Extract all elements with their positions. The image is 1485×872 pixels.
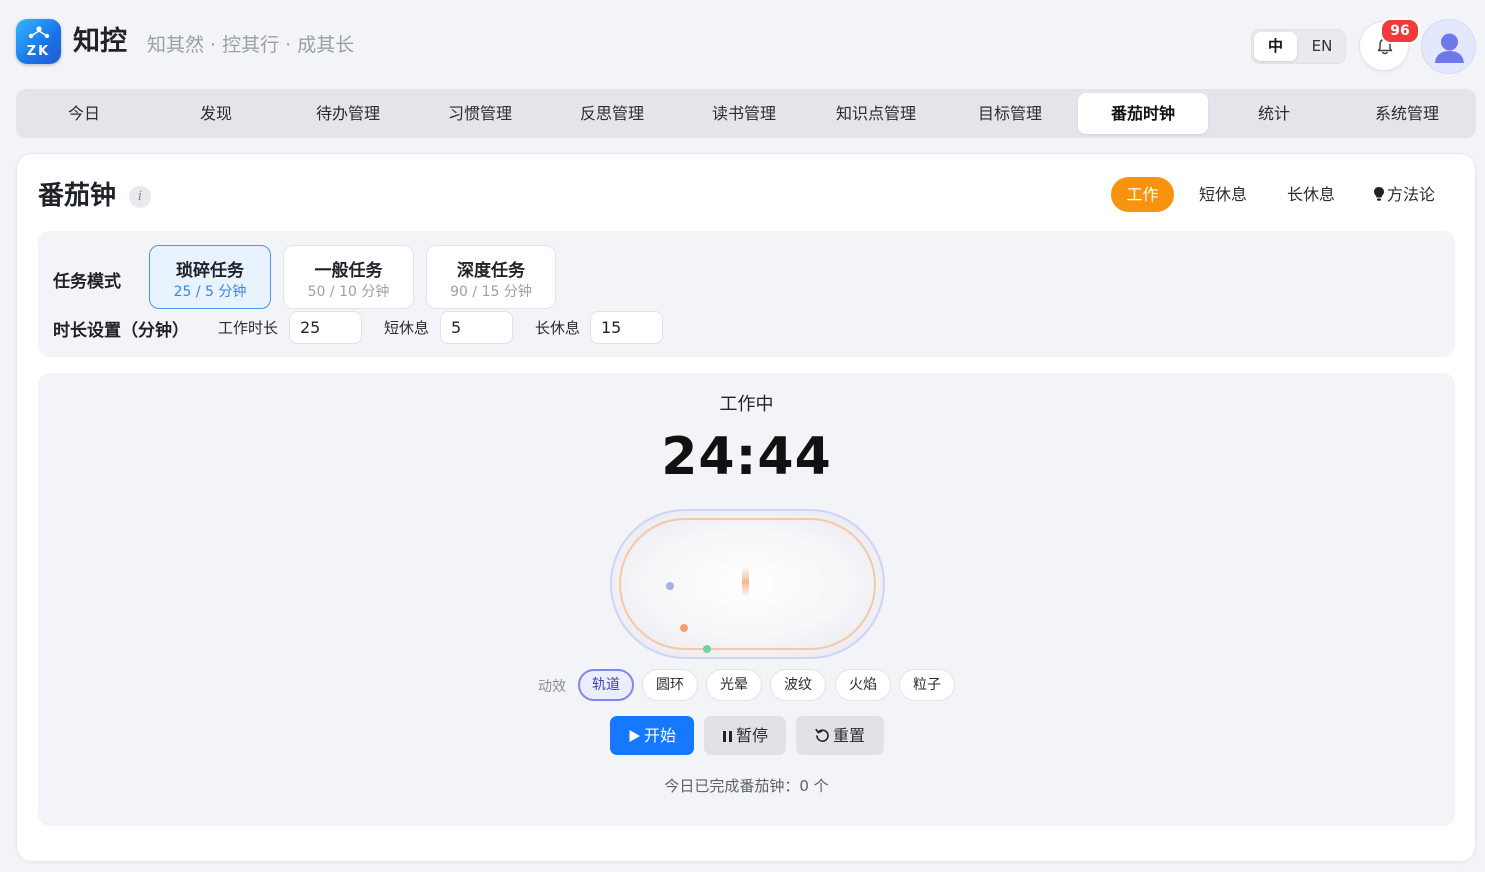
- lightbulb-icon: [1374, 187, 1384, 201]
- reset-icon: [815, 728, 829, 742]
- nav-reading[interactable]: 读书管理: [678, 93, 810, 134]
- tab-long-break[interactable]: 长休息: [1275, 177, 1347, 212]
- nav-goals[interactable]: 目标管理: [942, 93, 1078, 134]
- task-mode-label: 任务模式: [53, 272, 121, 292]
- orbit-dot-purple: [666, 582, 674, 590]
- task-card-deep[interactable]: 深度任务 90 / 15 分钟: [426, 245, 556, 309]
- tab-short-break[interactable]: 短休息: [1187, 177, 1259, 212]
- effects-label: 动效: [538, 679, 566, 695]
- notification-badge: 96: [1380, 18, 1420, 44]
- fx-orbit-chip[interactable]: 轨道: [578, 669, 634, 701]
- duration-settings-label: 时长设置（分钟）: [53, 321, 189, 341]
- app-title: 知控: [73, 26, 127, 57]
- start-button[interactable]: 开始: [610, 716, 694, 755]
- nav-habits[interactable]: 习惯管理: [414, 93, 546, 134]
- timer-display: 24:44: [661, 427, 832, 487]
- nav-knowledge[interactable]: 知识点管理: [810, 93, 942, 134]
- today-completed-count: 今日已完成番茄钟：0 个: [664, 777, 829, 795]
- task-duration: 50 / 10 分钟: [307, 284, 390, 300]
- page-title: 番茄钟: [38, 181, 117, 211]
- orbit-dot-green: [703, 645, 711, 653]
- task-duration: 25 / 5 分钟: [173, 284, 247, 300]
- nav-stats[interactable]: 统计: [1208, 93, 1340, 134]
- timer-status: 工作中: [719, 394, 774, 415]
- pause-icon: [722, 731, 732, 742]
- task-name: 深度任务: [457, 261, 525, 281]
- task-duration: 90 / 15 分钟: [450, 284, 532, 300]
- lang-zh-button[interactable]: 中: [1254, 32, 1297, 61]
- task-name: 一般任务: [314, 261, 383, 281]
- fx-particles-chip[interactable]: 粒子: [899, 669, 955, 701]
- main-nav: 今日 发现 待办管理 习惯管理 反思管理 读书管理 知识点管理 目标管理 番茄时…: [16, 89, 1476, 138]
- avatar[interactable]: [1421, 19, 1476, 74]
- start-label: 开始: [643, 726, 676, 745]
- methodology-button[interactable]: 方法论: [1373, 177, 1435, 212]
- tab-work[interactable]: 工作: [1111, 177, 1174, 212]
- timer-panel: 工作中 24:44 动效 轨道 圆环 光晕 波纹 火焰 粒子 开始 暂停 重置 …: [38, 373, 1455, 826]
- flame-mark: [742, 568, 749, 596]
- info-icon[interactable]: i: [129, 186, 151, 208]
- fx-flame-chip[interactable]: 火焰: [835, 669, 891, 701]
- language-toggle: 中 EN: [1251, 29, 1346, 64]
- fx-ripple-chip[interactable]: 波纹: [770, 669, 826, 701]
- lang-en-button[interactable]: EN: [1300, 32, 1344, 61]
- app-logo[interactable]: ZK: [16, 19, 61, 64]
- work-duration-label: 工作时长: [218, 319, 279, 337]
- user-icon: [1435, 33, 1464, 63]
- pomodoro-card: 番茄钟 i 工作 短休息 长休息 方法论 任务模式 琐碎任务 25 / 5 分钟…: [16, 153, 1476, 862]
- play-icon: [629, 730, 640, 742]
- orbit-animation: [610, 509, 885, 659]
- nav-reflection[interactable]: 反思管理: [546, 93, 678, 134]
- logo-text: ZK: [26, 44, 51, 59]
- long-break-input[interactable]: [590, 311, 663, 344]
- reset-label: 重置: [832, 726, 865, 745]
- fx-halo-chip[interactable]: 光晕: [706, 669, 762, 701]
- task-card-normal[interactable]: 一般任务 50 / 10 分钟: [283, 245, 414, 309]
- pause-button[interactable]: 暂停: [704, 716, 786, 755]
- nav-pomodoro[interactable]: 番茄时钟: [1078, 93, 1208, 134]
- nav-todo[interactable]: 待办管理: [282, 93, 414, 134]
- task-card-trivial[interactable]: 琐碎任务 25 / 5 分钟: [149, 245, 271, 309]
- network-icon: [28, 26, 50, 39]
- settings-panel: 任务模式 琐碎任务 25 / 5 分钟 一般任务 50 / 10 分钟 深度任务…: [38, 231, 1455, 357]
- long-break-label: 长休息: [535, 319, 581, 337]
- reset-button[interactable]: 重置: [796, 716, 884, 755]
- orbit-dot-orange: [680, 624, 688, 632]
- app-slogan: 知其然 · 控其行 · 成其长: [147, 34, 355, 56]
- nav-system[interactable]: 系统管理: [1340, 93, 1474, 134]
- nav-today[interactable]: 今日: [18, 93, 150, 134]
- task-name: 琐碎任务: [176, 261, 244, 281]
- methodology-label: 方法论: [1387, 185, 1436, 204]
- nav-discover[interactable]: 发现: [150, 93, 282, 134]
- app-header: ZK 知控 知其然 · 控其行 · 成其长 中 EN 96: [0, 0, 1485, 88]
- short-break-label: 短休息: [384, 319, 430, 337]
- short-break-input[interactable]: [440, 311, 513, 344]
- work-duration-input[interactable]: [289, 311, 362, 344]
- fx-ring-chip[interactable]: 圆环: [642, 669, 698, 701]
- pause-label: 暂停: [735, 726, 768, 745]
